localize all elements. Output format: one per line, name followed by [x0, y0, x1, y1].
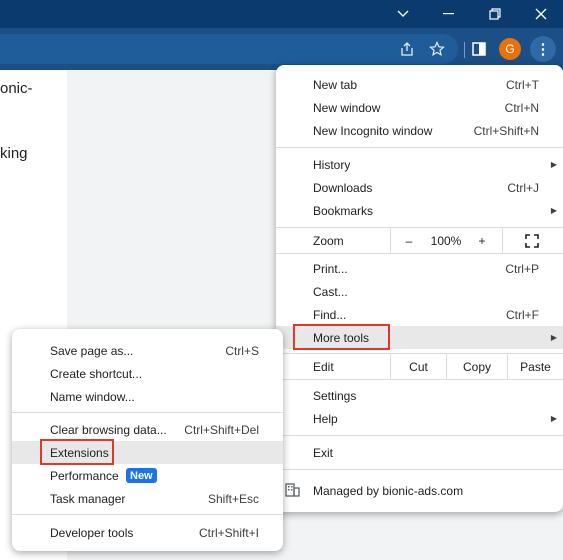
menu-item-managed[interactable]: Managed by bionic-ads.com [276, 479, 563, 502]
menu-item-cast[interactable]: Cast... [276, 280, 563, 303]
menu-separator [276, 253, 563, 254]
restore-icon[interactable] [472, 0, 518, 28]
minimize-icon[interactable] [426, 0, 472, 28]
title-bar [0, 0, 563, 28]
menu-item-exit[interactable]: Exit [276, 441, 563, 464]
menu-separator [12, 412, 283, 413]
menu-item-new-incognito[interactable]: New Incognito window Ctrl+Shift+N [276, 119, 563, 142]
chevron-right-icon: ▶ [550, 333, 557, 342]
submenu-item-developer-tools[interactable]: Developer tools Ctrl+Shift+I [12, 521, 283, 544]
zoom-out-button[interactable]: – [396, 228, 422, 253]
more-tools-submenu: Save page as... Ctrl+S Create shortcut..… [12, 329, 283, 551]
menu-separator [276, 469, 563, 470]
chevron-right-icon: ▶ [550, 414, 557, 423]
menu-item-new-window[interactable]: New window Ctrl+N [276, 96, 563, 119]
side-panel-icon[interactable] [468, 38, 490, 60]
menu-separator [12, 514, 283, 515]
menu-item-downloads[interactable]: Downloads Ctrl+J [276, 176, 563, 199]
new-badge: New [126, 468, 157, 483]
zoom-divider [502, 228, 503, 253]
browser-toolbar: G ⋮ [0, 28, 563, 70]
highlight-box [40, 439, 114, 465]
submenu-item-task-manager[interactable]: Task manager Shift+Esc [12, 487, 283, 510]
cut-button[interactable]: Cut [391, 354, 446, 379]
bookmark-star-icon[interactable] [426, 38, 448, 60]
more-options-icon[interactable]: ⋮ [530, 36, 556, 62]
page-text-line: king [0, 145, 28, 162]
menu-separator [276, 379, 563, 380]
page-text-line: onic- [0, 80, 33, 97]
submenu-item-create-shortcut[interactable]: Create shortcut... [12, 362, 283, 385]
menu-separator [276, 147, 563, 148]
submenu-item-save-page[interactable]: Save page as... Ctrl+S [12, 339, 283, 362]
menu-item-find[interactable]: Find... Ctrl+F [276, 303, 563, 326]
paste-button[interactable]: Paste [508, 354, 563, 379]
menu-item-edit: Edit Cut Copy Paste [276, 354, 563, 379]
chrome-main-menu: New tab Ctrl+T New window Ctrl+N New Inc… [276, 65, 563, 512]
chevron-right-icon: ▶ [550, 160, 557, 169]
menu-item-print[interactable]: Print... Ctrl+P [276, 257, 563, 280]
menu-item-new-tab[interactable]: New tab Ctrl+T [276, 73, 563, 96]
menu-item-history[interactable]: History ▶ [276, 153, 563, 176]
zoom-divider [390, 228, 391, 253]
toolbar-divider [464, 42, 465, 58]
chevron-down-icon[interactable] [380, 0, 426, 28]
menu-item-zoom: Zoom – 100% + [276, 228, 563, 253]
close-icon[interactable] [518, 0, 563, 28]
menu-separator [276, 435, 563, 436]
menu-item-settings[interactable]: Settings [276, 384, 563, 407]
submenu-item-performance[interactable]: Performance New [12, 464, 283, 487]
zoom-in-button[interactable]: + [469, 228, 495, 253]
address-bar[interactable] [0, 34, 458, 64]
zoom-level: 100% [430, 233, 462, 248]
menu-item-bookmarks[interactable]: Bookmarks ▶ [276, 199, 563, 222]
profile-avatar[interactable]: G [499, 38, 521, 60]
share-icon[interactable] [396, 38, 418, 60]
menu-item-help[interactable]: Help ▶ [276, 407, 563, 430]
highlight-box [293, 324, 390, 350]
chevron-right-icon: ▶ [550, 206, 557, 215]
building-icon [285, 483, 300, 500]
submenu-item-name-window[interactable]: Name window... [12, 385, 283, 408]
fullscreen-icon[interactable] [520, 228, 544, 253]
submenu-item-clear-browsing[interactable]: Clear browsing data... Ctrl+Shift+Del [12, 418, 283, 441]
copy-button[interactable]: Copy [447, 354, 507, 379]
